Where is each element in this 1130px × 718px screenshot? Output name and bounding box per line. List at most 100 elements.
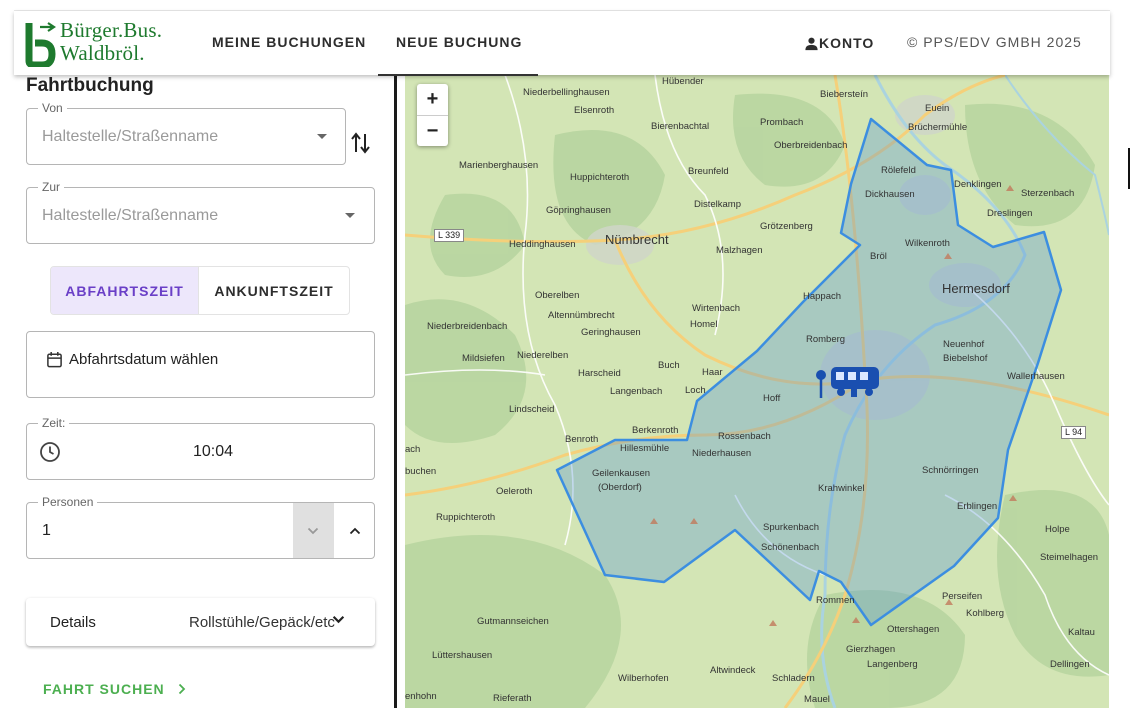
time-legend: Zeit: [38, 416, 70, 430]
swap-vert-icon[interactable] [350, 130, 372, 156]
to-placeholder: Haltestelle/Straßenname [42, 206, 219, 224]
search-trip-button[interactable]: FAHRT SUCHEN [43, 678, 187, 700]
place-label: Steimelhagen [1040, 552, 1099, 563]
persons-field[interactable]: Personen 1 [26, 495, 375, 559]
place-label: Elsenroth [574, 105, 615, 116]
account-button[interactable]: KONTO [804, 11, 874, 75]
place-label: Kaltau [1068, 627, 1095, 638]
place-label: Geilenkausen [592, 468, 651, 479]
place-label: enhohn [405, 691, 437, 702]
place-label: Oeleroth [496, 486, 533, 497]
place-label: Göpringhausen [546, 205, 611, 216]
place-label: (Oberdorf) [598, 482, 642, 493]
logo[interactable]: Bürger.Bus. Waldbröl. [24, 19, 174, 69]
place-label: Spurkenbach [763, 522, 819, 533]
place-label: Grötzenberg [760, 221, 813, 232]
place-label: Dellingen [1050, 659, 1090, 670]
place-label: Prombach [760, 117, 804, 128]
place-label: Homel [690, 319, 718, 330]
to-field[interactable]: Zur Haltestelle/Straßenname [26, 180, 375, 244]
place-label: Kohlberg [966, 608, 1005, 619]
place-label: Wirtenbach [692, 303, 741, 314]
place-label: Dickhausen [865, 189, 915, 200]
chevron-up-icon [349, 527, 361, 535]
details-expander[interactable]: Details Rollstühle/Gepäck/etc [26, 598, 375, 646]
dropdown-arrow-icon [345, 212, 355, 218]
chevron-right-icon [178, 683, 185, 695]
from-field[interactable]: Von Haltestelle/Straßenname [26, 101, 346, 165]
place-label: Wilberhofen [618, 673, 669, 684]
logo-line-1: Bürger.Bus. [60, 18, 163, 42]
account-label: KONTO [819, 35, 875, 51]
place-label: Bierenbachtal [651, 121, 710, 132]
place-label: ach [405, 444, 421, 455]
place-label: Gierzhagen [846, 644, 896, 655]
nav-my-bookings[interactable]: MEINE BUCHUNGEN [212, 11, 366, 75]
bus-marker-icon[interactable] [829, 365, 881, 399]
place-label: Brüchermühle [908, 122, 968, 133]
road-shield: L 94 [1061, 426, 1087, 439]
place-label: Haar [702, 367, 723, 378]
zoom-in-button[interactable]: + [417, 84, 448, 115]
place-label: Mauel [804, 694, 830, 705]
place-label: Berkenroth [632, 425, 679, 436]
place-label: Distelkamp [694, 199, 741, 210]
place-label: Ottershagen [887, 624, 940, 635]
departure-time-button[interactable]: ABFAHRTSZEIT [51, 267, 199, 314]
persons-decrease-button[interactable] [293, 503, 334, 558]
place-label: Ruppichteroth [436, 512, 496, 523]
clock-icon [40, 442, 60, 462]
road-shield: L 339 [434, 229, 465, 242]
place-label: Oberbreidenbach [774, 140, 848, 151]
place-label: Breunfeld [688, 166, 729, 177]
place-label: Wallerhausen [1007, 371, 1065, 382]
pin-icon[interactable] [815, 369, 827, 399]
place-label: Hermesdorf [942, 281, 1010, 296]
place-label: Gutmannseichen [477, 616, 549, 627]
place-label: Benroth [565, 434, 599, 445]
place-label: Rieferath [493, 693, 532, 704]
place-label: Rölefeld [881, 165, 916, 176]
logo-line-2: Waldbröl. [60, 41, 145, 65]
time-field[interactable]: Zeit: 10:04 [26, 416, 375, 480]
nav-new-booking[interactable]: NEUE BUCHUNG [377, 11, 539, 76]
place-label: Euein [925, 103, 950, 114]
arrival-time-button[interactable]: ANKUNFTSZEIT [199, 267, 349, 314]
place-label: Rommen [816, 595, 855, 606]
place-label: Malzhagen [716, 245, 763, 256]
place-label: Altwindeck [710, 665, 756, 676]
place-label: Holpe [1045, 524, 1070, 535]
place-label: Biebersteín [820, 89, 869, 100]
place-label: Lindscheid [509, 404, 555, 415]
place-label: Dreslingen [987, 208, 1033, 219]
place-label: Neuenhof [943, 339, 985, 350]
place-label: Oberelben [535, 290, 580, 301]
booking-panel: Fahrtbuchung Von Haltestelle/Straßenname… [14, 75, 395, 718]
app: Bürger.Bus. Waldbröl. MEINE BUCHUNGEN NE… [0, 0, 1130, 718]
place-label: Sterzenbach [1021, 188, 1075, 199]
dropdown-arrow-icon [317, 133, 327, 139]
place-label: Buch [658, 360, 680, 371]
place-label: Harscheid [578, 368, 621, 379]
place-label: buchen [405, 466, 437, 477]
zoom-control: + − [417, 84, 448, 146]
place-label: Schönenbach [761, 542, 820, 553]
chevron-down-icon [307, 527, 319, 535]
bus-logo-icon [25, 22, 56, 67]
logo-text: Bürger.Bus. Waldbröl. [60, 19, 162, 65]
place-label: Krahwinkel [818, 483, 865, 494]
place-label: Hübender [662, 76, 704, 87]
place-label: Niederhausen [692, 448, 752, 459]
place-label: Niederbreidenbach [427, 321, 508, 332]
place-label: Denklingen [954, 179, 1002, 190]
place-label: Mildsiefen [462, 353, 505, 364]
zoom-out-button[interactable]: − [417, 115, 448, 146]
calendar-icon [47, 351, 62, 368]
map-view[interactable]: Hübender Biebersteín Niederbellinghausen… [405, 75, 1109, 708]
page-title: Fahrtbuchung [26, 75, 154, 96]
place-label: Lüttershausen [432, 650, 493, 661]
persons-increase-button[interactable] [334, 503, 375, 558]
place-label: Erblingen [957, 501, 998, 512]
place-label: Heddinghausen [509, 239, 576, 250]
date-field[interactable]: Abfahrtsdatum wählen [26, 331, 375, 398]
